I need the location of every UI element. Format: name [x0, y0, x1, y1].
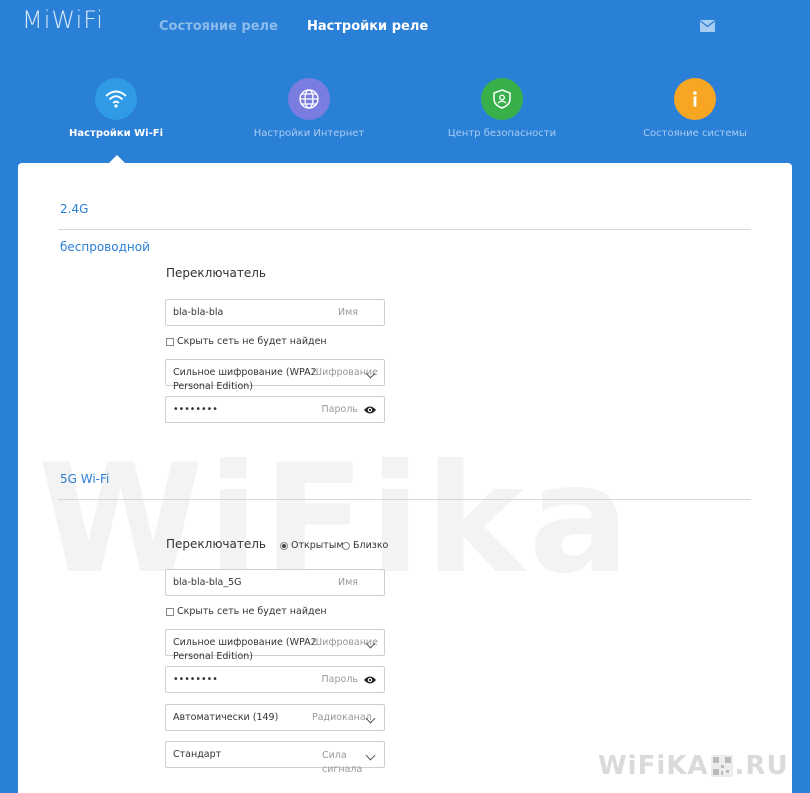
watermark-tld: .RU: [734, 751, 789, 781]
category-label: Центр безопасности: [447, 128, 557, 139]
band-24-title: 2.4G: [60, 202, 89, 216]
corner-watermark: WiFiKA .RU: [598, 751, 789, 781]
checkbox[interactable]: [166, 337, 174, 346]
settings-category-nav: Настройки Wi-Fi Настройки Интернет Центр…: [0, 75, 810, 165]
band-24-hide-label: Скрыть сеть не будет найден: [177, 336, 327, 347]
band-5-hide-network[interactable]: Скрыть сеть не будет найден: [166, 606, 327, 617]
band-5-title: 5G Wi-Fi: [60, 472, 110, 486]
section-divider: [58, 229, 751, 230]
info-icon: [674, 78, 716, 120]
radio-button[interactable]: [280, 541, 288, 550]
category-security-center[interactable]: Центр безопасности: [422, 75, 582, 139]
band-5-switch-label: Переключатель: [166, 537, 266, 551]
band-24-name-field[interactable]: bla-bla-bla Имя: [165, 299, 385, 326]
band-24-hide-network[interactable]: Скрыть сеть не будет найден: [166, 336, 327, 347]
globe-icon: [288, 78, 330, 120]
checkbox[interactable]: [166, 607, 174, 616]
band-24-subtitle: беспроводной: [60, 240, 150, 254]
chevron-down-icon: [365, 750, 376, 761]
band-5-strength-placeholder: Сила сигнала: [322, 750, 363, 775]
band-24-encryption-value: Сильное шифрование (WPA2 Personal Editio…: [173, 367, 317, 392]
band-5-radio-on[interactable]: Открытым: [280, 540, 343, 551]
band-5-password-value: ••••••••: [173, 674, 218, 685]
band-5-strength-value: Стандарт: [173, 749, 222, 760]
band-5-encryption-select[interactable]: Сильное шифрование (WPA2 Personal Editio…: [165, 629, 385, 662]
wifi-icon: [95, 78, 137, 120]
band-5-name-placeholder: Имя: [338, 577, 358, 588]
band-24-encryption-select[interactable]: Сильное шифрование (WPA2 Personal Editio…: [165, 359, 385, 392]
band-5-radio-off[interactable]: Близко: [342, 540, 388, 551]
category-wifi-settings[interactable]: Настройки Wi-Fi: [36, 75, 196, 139]
top-bar: MiWiFi Состояние реле Настройки реле: [0, 0, 810, 60]
band-5-signal-strength-select[interactable]: Стандарт Сила сигнала: [165, 741, 385, 775]
eye-icon[interactable]: [363, 404, 377, 416]
category-label: Настройки Интернет: [253, 128, 365, 139]
eye-icon[interactable]: [363, 674, 377, 686]
band-24-password-placeholder: Пароль: [321, 404, 358, 415]
band-5-channel-value: Автоматически (149): [173, 712, 279, 723]
band-5-channel-select[interactable]: Автоматически (149) Радиоканал: [165, 704, 385, 731]
wifi-settings-panel: WiFika 2.4G беспроводной Переключатель b…: [18, 163, 792, 793]
band-5-password-field[interactable]: •••••••• Пароль: [165, 666, 385, 693]
nav-relay-settings[interactable]: Настройки реле: [307, 19, 428, 34]
band-24-password-field[interactable]: •••••••• Пароль: [165, 396, 385, 423]
band-24-name-placeholder: Имя: [338, 307, 358, 318]
band-5-encryption-value: Сильное шифрование (WPA2 Personal Editio…: [173, 637, 317, 662]
radio-button[interactable]: [342, 541, 350, 550]
watermark-text: WiFiKA: [598, 751, 709, 781]
band-24-name-value: bla-bla-bla: [173, 307, 224, 318]
band-5-password-placeholder: Пароль: [321, 674, 358, 685]
band-5-radio-off-label: Близко: [353, 540, 389, 551]
category-system-status[interactable]: Состояние системы: [615, 75, 775, 139]
band-5-channel-placeholder: Радиоканал: [312, 712, 372, 723]
band-5-hide-label: Скрыть сеть не будет найден: [177, 606, 327, 617]
band-5-name-field[interactable]: bla-bla-bla_5G Имя: [165, 569, 385, 596]
category-label: Состояние системы: [643, 128, 747, 139]
band-24-switch-label: Переключатель: [166, 266, 266, 280]
band-24-password-value: ••••••••: [173, 404, 218, 415]
nav-relay-status[interactable]: Состояние реле: [159, 19, 278, 34]
band-5-radio-on-label: Открытым: [291, 540, 344, 551]
shield-icon: [481, 78, 523, 120]
logo: MiWiFi: [22, 6, 104, 34]
mail-icon[interactable]: [700, 20, 715, 32]
category-internet-settings[interactable]: Настройки Интернет: [229, 75, 389, 139]
section-divider: [58, 499, 751, 500]
category-label: Настройки Wi-Fi: [68, 128, 164, 139]
band-5-name-value: bla-bla-bla_5G: [173, 577, 242, 588]
active-tab-pointer: [109, 155, 125, 163]
qr-code-icon: [710, 755, 733, 777]
